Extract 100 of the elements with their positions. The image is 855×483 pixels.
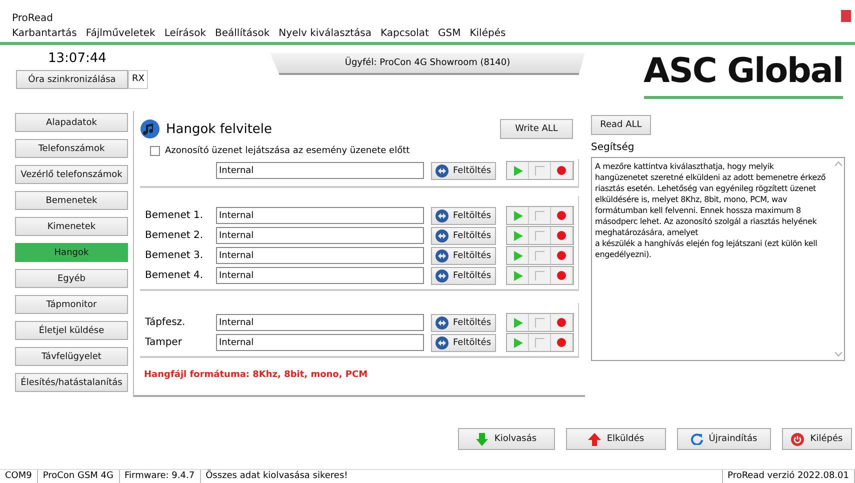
arrow-circle-icon xyxy=(435,336,449,350)
arrow-up-icon xyxy=(588,432,601,446)
sidebar-button[interactable]: Tápmonitor xyxy=(15,295,128,314)
record-icon xyxy=(557,211,566,220)
sound-field[interactable]: Internal xyxy=(216,227,424,244)
sidebar-button[interactable]: Élesítés/hatástalanítás xyxy=(15,373,128,392)
upload-button[interactable]: Feltöltés xyxy=(431,246,496,264)
row-label: Tamper xyxy=(144,337,183,348)
arrow-circle-icon xyxy=(435,208,449,222)
sidebar-button[interactable]: Vezérlő telefonszámok xyxy=(15,165,128,184)
play-button[interactable] xyxy=(507,314,529,331)
scroll-up-icon[interactable] xyxy=(834,161,842,166)
record-button[interactable] xyxy=(551,247,573,264)
play-button[interactable] xyxy=(507,267,529,284)
stop-button[interactable] xyxy=(529,227,551,244)
menu-item[interactable]: Karbantartás xyxy=(12,28,77,39)
upload-button[interactable]: Feltöltés xyxy=(431,206,496,224)
row-label: Bemenet 1. xyxy=(144,210,204,221)
play-button[interactable] xyxy=(507,247,529,264)
power-icon xyxy=(791,432,804,446)
refresh-icon xyxy=(690,433,703,445)
status-text: Összes adat kiolvasása sikeres! xyxy=(200,470,723,483)
upload-button[interactable]: Feltöltés xyxy=(431,314,496,332)
stop-icon xyxy=(534,166,544,176)
upload-button[interactable]: Feltöltés xyxy=(431,334,496,352)
sound-field[interactable]: Internal xyxy=(216,207,424,224)
sidebar-button[interactable]: Egyéb xyxy=(15,269,128,288)
arrow-circle-icon xyxy=(435,228,449,242)
upload-button[interactable]: Feltöltés xyxy=(431,226,496,244)
panel-title: Hangok felvitele xyxy=(166,122,272,136)
menu-item[interactable]: Leírások xyxy=(164,28,206,39)
status-text: ProCon GSM 4G xyxy=(38,470,120,483)
play-button[interactable] xyxy=(507,227,529,244)
record-icon xyxy=(557,166,566,175)
stop-button[interactable] xyxy=(529,207,551,224)
row-label: Bemenet 2. xyxy=(144,230,204,241)
menu-item[interactable]: Fájlműveletek xyxy=(86,28,156,39)
sidebar-button[interactable]: Telefonszámok xyxy=(15,139,128,158)
play-icon xyxy=(512,166,522,176)
menu-item[interactable]: Kapcsolat xyxy=(380,28,429,39)
write-all-button[interactable]: Write ALL xyxy=(500,119,573,139)
sidebar-button[interactable]: Hangok xyxy=(15,243,128,262)
menu-item[interactable]: Nyelv kiválasztása xyxy=(278,28,372,39)
upload-button[interactable]: Feltöltés xyxy=(431,162,496,180)
row-label: Tápfesz. xyxy=(144,317,186,328)
stop-button[interactable] xyxy=(529,267,551,284)
checkbox-label: Azonosító üzenet lejátszása az esemény üzenete előtt xyxy=(165,146,410,156)
row-label: Bemenet 3. xyxy=(144,250,204,261)
record-button[interactable] xyxy=(551,267,573,284)
stop-button[interactable] xyxy=(529,314,551,331)
record-button[interactable] xyxy=(551,334,573,351)
help-title: Segítség xyxy=(591,142,636,153)
action-button[interactable]: Kiolvasás xyxy=(458,428,555,450)
menu-item[interactable]: GSM xyxy=(438,28,461,39)
action-button[interactable]: Elküldés xyxy=(566,428,666,450)
menu-item[interactable]: Beállítások xyxy=(215,28,270,39)
checkbox[interactable] xyxy=(150,146,160,156)
logo: ASC Global xyxy=(644,49,843,99)
status-text: Firmware: 9.4.7 xyxy=(120,470,201,483)
record-button[interactable] xyxy=(551,314,573,331)
stop-button[interactable] xyxy=(529,247,551,264)
sound-field[interactable]: Internal xyxy=(216,247,424,264)
stop-button[interactable] xyxy=(529,162,551,179)
sound-field[interactable]: Internal xyxy=(216,334,424,351)
help-text: A mezőre kattintva kiválaszthatja, hogy melyik hangüzenetet szeretné elküldeni az adott bemenetre érkező riasztás esetén. Lehetőség van egyénileg rögzített üzenet elküldésére is, melyet 8Khz, 8bit, mono, PCM, wav formátumban kell felvenni. Ennek hossza maximum 8 másodperc lehet. Az azonosító szolgál a riasztás helyének meghatározására, amelyet a készülék a hanghívás elején fog lejátszani (ezt külön kell engedélyezni). xyxy=(594,161,827,261)
format-note: Hangfájl formátuma: 8Khz, 8bit, mono, PCM xyxy=(143,370,369,380)
sound-field[interactable]: Internal xyxy=(216,267,424,284)
upload-button[interactable]: Feltöltés xyxy=(431,266,496,284)
sound-field[interactable]: Internal xyxy=(216,314,424,331)
sidebar-button[interactable]: Kimenetek xyxy=(15,217,128,236)
stop-button[interactable] xyxy=(529,334,551,351)
row-label: Bemenet 4. xyxy=(144,270,204,281)
arrow-down-icon xyxy=(476,432,488,446)
record-icon xyxy=(557,338,566,347)
action-button[interactable]: Újraindítás xyxy=(677,428,771,450)
sidebar-button[interactable]: Bemenetek xyxy=(15,191,128,210)
status-text: COM9 xyxy=(0,470,38,483)
rx-indicator: RX xyxy=(128,70,148,89)
music-note-icon xyxy=(140,119,160,139)
record-button[interactable] xyxy=(551,162,573,179)
sound-field[interactable]: Internal xyxy=(216,162,424,179)
play-button[interactable] xyxy=(507,162,529,179)
scroll-down-icon[interactable] xyxy=(834,352,842,357)
arrow-circle-icon xyxy=(435,316,449,330)
clock-time: 13:07:44 xyxy=(48,51,108,66)
play-button[interactable] xyxy=(507,207,529,224)
record-icon xyxy=(557,251,566,260)
record-icon xyxy=(557,231,566,240)
arrow-circle-icon xyxy=(435,248,449,262)
sidebar-button[interactable]: Életjel küldése xyxy=(15,321,128,340)
sidebar-button[interactable]: Távfelügyelet xyxy=(15,347,128,366)
record-button[interactable] xyxy=(551,227,573,244)
record-button[interactable] xyxy=(551,207,573,224)
arrow-circle-icon xyxy=(435,164,449,178)
play-button[interactable] xyxy=(507,334,529,351)
sidebar-button[interactable]: Alapadatok xyxy=(15,113,128,132)
menu-item[interactable]: Kilépés xyxy=(470,28,506,39)
read-all-button[interactable]: Read ALL xyxy=(591,115,651,135)
sync-clock-button[interactable]: Óra szinkronizálása xyxy=(16,70,128,89)
action-button[interactable]: Kilépés xyxy=(782,428,852,450)
